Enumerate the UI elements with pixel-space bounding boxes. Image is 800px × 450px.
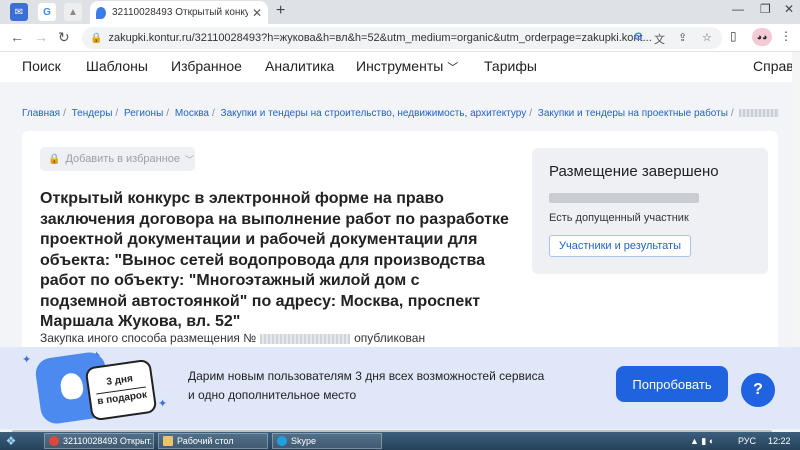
- pinned-tab-image-icon[interactable]: ▲: [64, 3, 82, 21]
- new-tab-icon[interactable]: +: [276, 2, 285, 20]
- start-button-icon[interactable]: ❖: [2, 433, 20, 449]
- breadcrumb-item[interactable]: Закупки и тендеры на строительство, недв…: [221, 108, 527, 119]
- side-panel-icon[interactable]: ▯: [730, 29, 737, 43]
- close-tab-icon[interactable]: ✕: [252, 6, 262, 20]
- nav-tools[interactable]: Инструменты ﹀: [356, 58, 458, 75]
- redacted-status-bar: [549, 193, 699, 203]
- google-lens-icon[interactable]: G: [634, 31, 643, 43]
- profile-avatar-icon[interactable]: ◕◕: [752, 28, 772, 46]
- nav-tools-label: Инструменты: [356, 58, 444, 74]
- active-tab[interactable]: 32110028493 Открытый конкурс ✕: [90, 1, 268, 24]
- breadcrumb-item[interactable]: Закупки и тендеры на проектные работы: [538, 108, 728, 119]
- status-heading: Размещение завершено: [549, 163, 719, 180]
- status-text: Есть допущенный участник: [549, 212, 689, 224]
- help-button[interactable]: ?: [741, 373, 775, 407]
- sparkle-icon: ✦: [22, 354, 32, 366]
- folder-icon: [163, 436, 173, 446]
- pinned-tab-google-icon[interactable]: G: [38, 3, 56, 21]
- nav-templates[interactable]: Шаблоны: [86, 58, 148, 74]
- breadcrumb-separator: /: [115, 108, 119, 119]
- add-to-favorites-label: Добавить в избранное: [65, 153, 181, 165]
- lock-icon[interactable]: 🔒: [90, 33, 102, 44]
- sparkle-icon: ✦: [158, 398, 168, 410]
- participants-results-button[interactable]: Участники и результаты: [549, 235, 692, 257]
- redacted-breadcrumb: [739, 109, 780, 118]
- bookmark-star-icon[interactable]: ☆: [702, 31, 712, 44]
- breadcrumb-separator: /: [211, 108, 215, 119]
- language-indicator[interactable]: РУС: [738, 436, 756, 446]
- taskbar-item-desktop[interactable]: Рабочий стол: [158, 433, 268, 449]
- breadcrumb: Главная / Тендеры / Регионы / Москва / Закуп…: [22, 108, 780, 119]
- chrome-icon: [49, 436, 59, 446]
- nav-search[interactable]: Поиск: [22, 58, 61, 74]
- lock-icon: 🔒: [48, 153, 61, 165]
- promo-text-line: и одно дополнительное место: [188, 388, 357, 402]
- nav-tariffs[interactable]: Тарифы: [484, 58, 537, 74]
- lightbulb-icon: [59, 371, 85, 401]
- chevron-down-icon: ﹀: [185, 154, 195, 165]
- redacted-number: [260, 333, 351, 344]
- status-panel: Размещение завершено Есть допущенный уча…: [532, 148, 768, 274]
- share-icon[interactable]: ⇪: [678, 31, 687, 44]
- maximize-icon[interactable]: ❐: [760, 2, 771, 16]
- reload-icon[interactable]: ↻: [58, 29, 70, 46]
- forward-icon[interactable]: →: [34, 29, 48, 45]
- nav-analytics[interactable]: Аналитика: [265, 58, 334, 74]
- kontur-favicon-icon: [96, 6, 106, 19]
- site-nav: Поиск Шаблоны Избранное Аналитика Инстру…: [0, 52, 800, 82]
- notice-suffix: опубликован: [354, 331, 426, 345]
- breadcrumb-item[interactable]: Москва: [175, 108, 209, 119]
- nav-help[interactable]: Справ: [753, 58, 794, 74]
- active-tab-title: 32110028493 Открытый конкурс: [112, 7, 248, 18]
- promo-badge-gift: в подарок: [96, 386, 149, 410]
- promo-badge: 3 дня в подарок: [84, 358, 158, 422]
- promo-badge-days: 3 дня: [105, 373, 134, 388]
- taskbar-item-chrome[interactable]: 32110028493 Открыт...: [44, 433, 154, 449]
- close-window-icon[interactable]: ✕: [784, 2, 794, 16]
- breadcrumb-item[interactable]: Тендеры: [72, 108, 113, 119]
- pinned-tab-mail-icon[interactable]: ✉: [10, 3, 28, 21]
- promo-banner: ✦ ✦ ✦ 3 дня в подарок Дарим новым пользо…: [0, 347, 800, 429]
- notice-prefix: Закупка иного способа размещения №: [40, 331, 257, 345]
- breadcrumb-separator: /: [730, 108, 734, 119]
- nav-favorites[interactable]: Избранное: [171, 58, 242, 74]
- promo-text: Дарим новым пользователям 3 дня всех воз…: [188, 367, 544, 405]
- promo-text-line: Дарим новым пользователям 3 дня всех воз…: [188, 369, 545, 383]
- browser-tab-strip: ✉ G ▲ 32110028493 Открытый конкурс ✕ + —…: [0, 0, 800, 24]
- taskbar-item-label: 32110028493 Открыт...: [63, 436, 154, 446]
- taskbar-item-skype[interactable]: Skype: [272, 433, 382, 449]
- tray-icons[interactable]: ▲ ▮ ◐: [690, 436, 714, 447]
- breadcrumb-separator: /: [63, 108, 66, 119]
- breadcrumb-separator: /: [529, 108, 532, 119]
- translate-icon[interactable]: 文: [654, 31, 665, 47]
- minimize-icon[interactable]: —: [732, 2, 744, 16]
- taskbar-item-label: Skype: [291, 436, 317, 446]
- breadcrumb-item[interactable]: Регионы: [124, 108, 163, 119]
- breadcrumb-item[interactable]: Главная: [22, 108, 60, 119]
- purchase-title: Открытый конкурс в электронной форме на …: [40, 190, 509, 330]
- taskbar-item-label: Рабочий стол: [177, 436, 234, 446]
- skype-icon: [277, 436, 287, 446]
- try-button[interactable]: Попробовать: [616, 366, 728, 402]
- purchase-notice: Закупка иного способа размещения № опубли…: [40, 331, 425, 345]
- windows-taskbar: ❖ 32110028493 Открыт... Рабочий стол Sky…: [0, 432, 800, 450]
- add-to-favorites-button[interactable]: 🔒 Добавить в избранное ﹀: [40, 147, 195, 171]
- browser-toolbar: ← → ↻ 🔒 zakupki.kontur.ru/32110028493?h=…: [0, 24, 800, 52]
- chevron-down-icon: ﹀: [447, 62, 459, 74]
- url-text: zakupki.kontur.ru/32110028493?h=жукова&h…: [108, 32, 652, 44]
- clock[interactable]: 12:22: [768, 436, 791, 446]
- address-bar[interactable]: 🔒 zakupki.kontur.ru/32110028493?h=жукова…: [82, 27, 722, 49]
- back-icon[interactable]: ←: [10, 29, 24, 45]
- menu-kebab-icon[interactable]: ⋮: [780, 29, 792, 43]
- breadcrumb-separator: /: [166, 108, 170, 119]
